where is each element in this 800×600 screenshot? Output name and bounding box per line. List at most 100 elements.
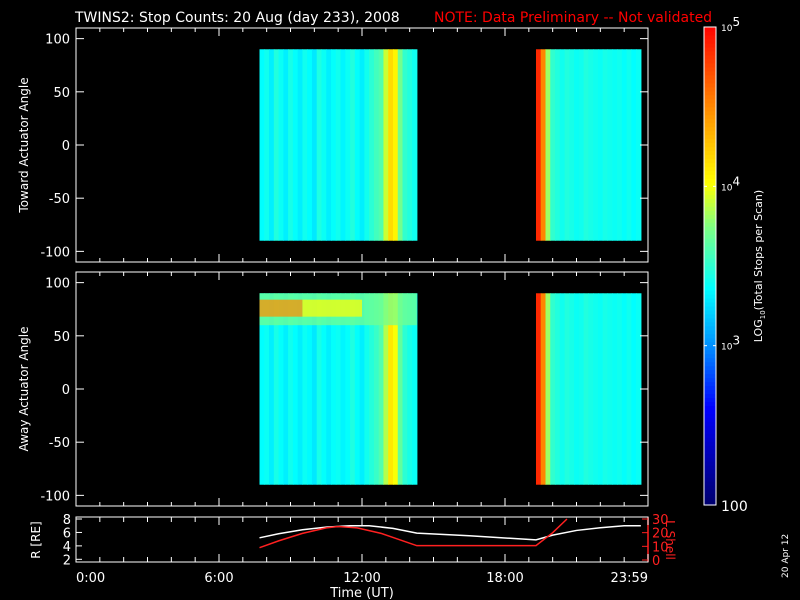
stop-counts-figure: TWINS2: Stop Counts: 20 Aug (day 233), 2…: [17, 10, 791, 600]
colorbar-swatch: [704, 301, 716, 307]
spectrogram-column: [392, 49, 399, 241]
spectrogram-column: [264, 49, 270, 241]
colorbar-swatch: [704, 142, 716, 148]
colorbar-swatch: [704, 102, 716, 108]
colorbar-swatch: [704, 134, 716, 140]
colorbar-swatch: [704, 445, 716, 450]
colorbar-swatch: [704, 317, 716, 323]
y-tick-label: -100: [40, 489, 70, 504]
colorbar-swatch: [704, 285, 716, 291]
colorbar-swatch: [704, 389, 716, 395]
colorbar-swatch: [704, 353, 716, 359]
colorbar-swatch: [704, 485, 716, 490]
spectrogram-column: [550, 49, 556, 241]
away-panel: 100 50 0 -50 -100: [40, 271, 649, 507]
colorbar-swatch: [704, 50, 716, 56]
colorbar-swatch: [704, 453, 716, 458]
orbit-xlabel: Time (UT): [329, 586, 394, 600]
spectrogram-column: [335, 49, 342, 241]
colorbar-swatch: [704, 377, 716, 383]
spectrogram-column: [350, 49, 356, 241]
colorbar-swatch: [704, 473, 716, 478]
colorbar-swatch: [704, 162, 716, 168]
colorbar-swatch: [704, 497, 716, 502]
toward-ylabel: Toward Actuator Angle: [17, 77, 31, 213]
spectrogram-column: [578, 293, 585, 485]
colorbar-swatch: [704, 254, 716, 259]
spectrogram-column: [607, 49, 613, 241]
colorbar-swatch: [704, 122, 716, 128]
spectrogram-column: [364, 49, 370, 241]
spectrogram-column: [540, 293, 547, 485]
colorbar-tick-label: 104: [721, 174, 740, 193]
colorbar-swatch: [704, 138, 716, 144]
colorbar-swatch: [704, 202, 716, 207]
colorbar-swatch: [704, 74, 716, 80]
orbit-panel: 864230201000:00 6:00 12:00 18:00 23:59: [63, 513, 669, 586]
spectrogram-column: [631, 49, 637, 241]
colorbar-swatch: [704, 325, 716, 331]
spectrogram-column: [326, 49, 332, 241]
colorbar-swatch: [704, 154, 716, 160]
spectrogram-column: [545, 293, 551, 485]
colorbar-swatch: [704, 94, 716, 100]
away-ylabel: Away Actuator Angle: [17, 326, 31, 451]
colorbar-swatch: [704, 230, 716, 235]
colorbar-swatch: [704, 178, 716, 183]
spectrogram-column: [569, 293, 575, 485]
spectrogram-column: [621, 49, 628, 241]
x-tick-label: 0:00: [76, 571, 105, 586]
x-tick-label: 12:00: [343, 571, 380, 586]
spectrogram-column: [612, 49, 618, 241]
spectrogram-column: [311, 49, 318, 241]
colorbar-swatch: [704, 186, 716, 191]
spectrogram-column: [288, 49, 294, 241]
spectrogram-column: [535, 293, 542, 485]
spectrogram-column: [602, 293, 609, 485]
spectrogram-column: [283, 49, 289, 241]
colorbar-swatch: [704, 158, 716, 164]
x-tick-label: 6:00: [204, 571, 233, 586]
colorbar-swatch: [704, 421, 716, 426]
y-tick-label-right: 0: [652, 554, 660, 569]
colorbar-swatch: [704, 277, 716, 283]
spectrogram-column: [559, 49, 566, 241]
colorbar-swatch: [704, 345, 716, 351]
colorbar-swatch: [704, 170, 716, 175]
colorbar-swatch: [704, 58, 716, 64]
spectrogram-column: [602, 49, 609, 241]
colorbar-swatch: [704, 369, 716, 375]
toward-panel: 100 50 0 -50 -100: [40, 27, 649, 263]
colorbar-swatch: [704, 218, 716, 223]
spectrogram-column: [583, 49, 590, 241]
spectrogram-column: [373, 49, 380, 241]
spectrogram-column: [574, 293, 580, 485]
spectrogram-column: [631, 293, 637, 485]
side-date: 20 Apr 12: [781, 534, 791, 578]
spectrogram-column: [569, 49, 575, 241]
spectrogram-column: [378, 49, 385, 241]
spectrogram-column: [607, 293, 613, 485]
spectrogram-column: [359, 49, 365, 241]
y-tick-label: -50: [49, 192, 70, 207]
y-tick-label: 50: [53, 330, 70, 345]
colorbar-swatch: [704, 425, 716, 430]
colorbar-swatch: [704, 469, 716, 474]
colorbar-label-main: LOG: [752, 319, 765, 342]
colorbar-swatch: [704, 42, 716, 48]
colorbar-swatch: [704, 118, 716, 124]
colorbar-swatch: [704, 82, 716, 88]
colorbar-swatch: [704, 190, 716, 195]
colorbar-swatch: [704, 130, 716, 136]
colorbar-swatch: [704, 461, 716, 466]
colorbar-swatch: [704, 437, 716, 442]
spectrogram-column: [321, 49, 327, 241]
colorbar-swatch: [704, 266, 716, 271]
spectrogram-column: [345, 49, 351, 241]
spectrogram-column: [574, 49, 580, 241]
colorbar-swatch: [704, 417, 716, 422]
colorbar-swatch: [704, 174, 716, 179]
spectrogram-column: [316, 49, 323, 241]
colorbar-swatch: [704, 54, 716, 60]
spectrogram-column: [597, 293, 604, 485]
